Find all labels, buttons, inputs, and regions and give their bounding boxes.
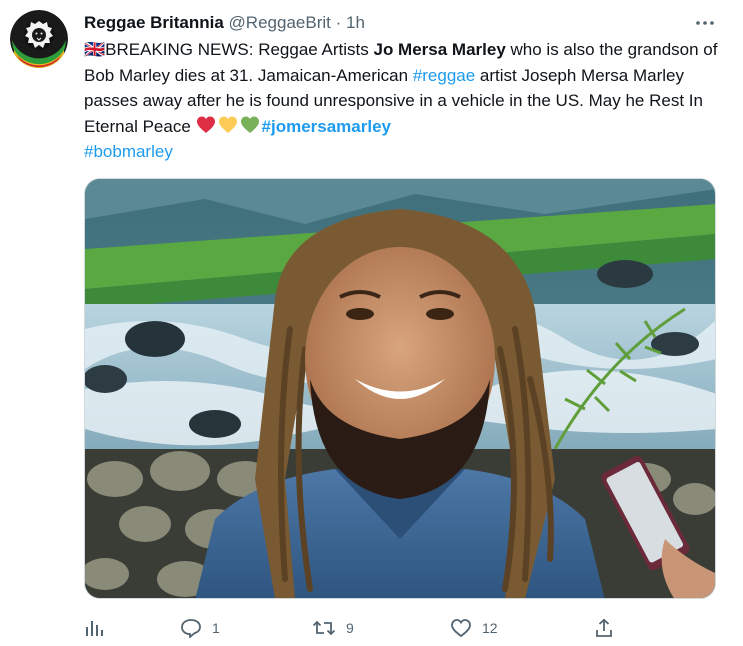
hashtag-reggae[interactable]: #reggae	[413, 66, 475, 85]
tweet-timestamp[interactable]: 1h	[346, 13, 365, 32]
retweet-button[interactable]: 9	[312, 614, 354, 642]
tweet-photo[interactable]	[84, 178, 716, 599]
separator-dot: ·	[335, 13, 342, 32]
tweet-text-part1: BREAKING NEWS: Reggae Artists	[105, 40, 374, 59]
retweet-count: 9	[346, 620, 354, 636]
reply-button[interactable]: 1	[180, 614, 220, 642]
tweet-card[interactable]: Reggae Britannia @ReggaeBrit · 1h 🇬🇧BREA…	[0, 0, 743, 646]
retweet-icon	[312, 620, 336, 636]
author-avatar[interactable]	[10, 10, 68, 68]
yellow-heart-icon	[218, 116, 237, 133]
like-button[interactable]: 12	[450, 614, 498, 642]
photo-image	[85, 179, 715, 598]
heart-outline-icon	[451, 619, 471, 638]
author-name[interactable]: Reggae Britannia	[84, 13, 224, 32]
share-button[interactable]	[594, 614, 614, 642]
more-options-button[interactable]	[694, 12, 716, 34]
like-count: 12	[482, 620, 498, 636]
tweet-header: Reggae Britannia @ReggaeBrit · 1h	[84, 12, 365, 34]
uk-flag-emoji: 🇬🇧	[84, 40, 106, 59]
red-heart-icon	[196, 116, 215, 133]
tweet-text: 🇬🇧BREAKING NEWS: Reggae Artists Jo Mersa…	[84, 37, 724, 165]
author-handle[interactable]: @ReggaeBrit	[229, 13, 331, 32]
green-heart-icon	[240, 116, 259, 133]
reply-count: 1	[212, 620, 220, 636]
hashtag-jomersamarley[interactable]: #jomersamarley	[262, 117, 391, 136]
analytics-icon	[86, 621, 103, 636]
tweet-actions-bar: 1 9 12	[84, 614, 624, 642]
hashtag-bobmarley[interactable]: #bobmarley	[84, 142, 173, 161]
share-upload-icon	[596, 618, 612, 637]
tweet-text-bold-name: Jo Mersa Marley	[373, 40, 506, 59]
analytics-button[interactable]	[84, 614, 104, 642]
reply-bubble-icon	[181, 619, 201, 638]
more-dots-icon	[696, 21, 714, 25]
lion-logo-icon	[10, 10, 68, 68]
